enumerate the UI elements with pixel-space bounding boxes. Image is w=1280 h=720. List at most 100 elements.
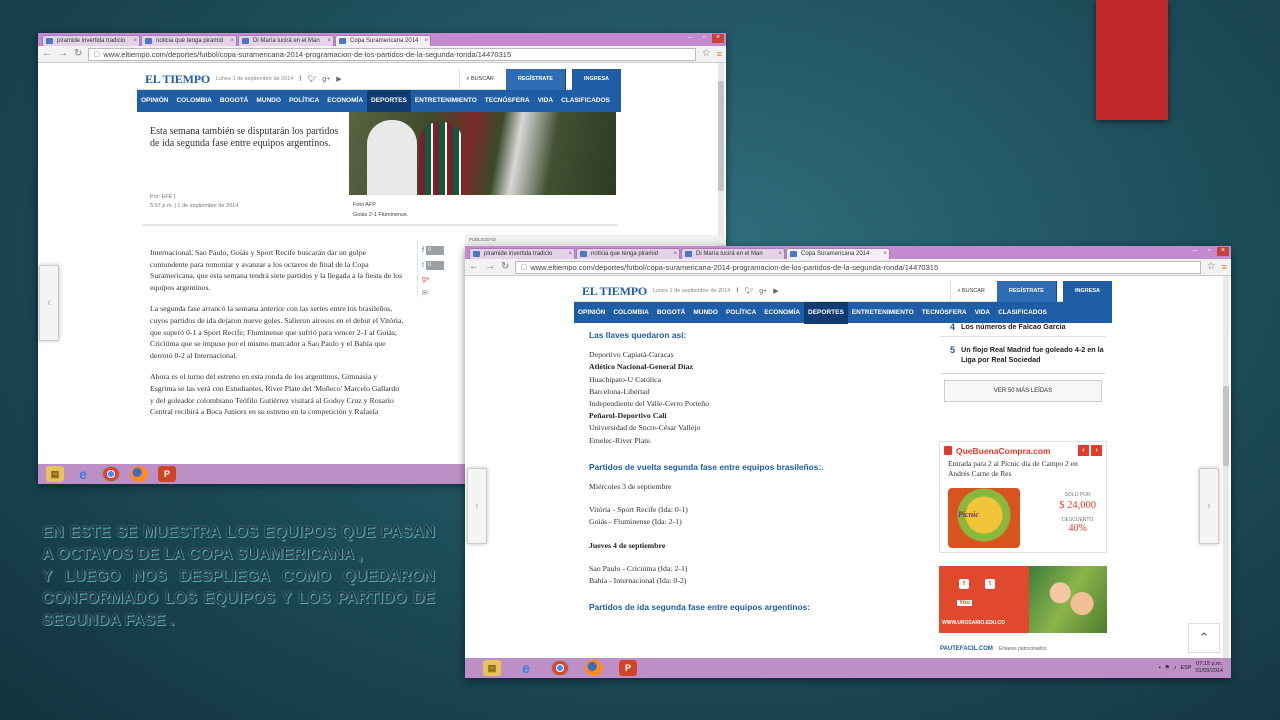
back-arrow-icon[interactable]: ← <box>469 262 479 272</box>
reload-icon[interactable]: ↻ <box>74 49 82 59</box>
powerpoint-icon[interactable]: P <box>158 466 176 482</box>
nav-item[interactable]: MUNDO <box>689 302 722 324</box>
facebook-icon[interactable]: f <box>736 288 738 295</box>
most-read-item[interactable]: 5 Un flojo Real Madrid fue goleado 4-2 en… <box>940 337 1106 374</box>
login-button[interactable]: INGRESA <box>1062 280 1112 302</box>
site-logo[interactable]: EL TIEMPO <box>582 284 647 299</box>
more-read-button[interactable]: VER 50 MÁS LEÍDAS <box>944 380 1102 402</box>
quebuenacompra-ad[interactable]: QueBuenaCompra.com ‹ › Entrada para 2 al … <box>939 441 1107 553</box>
browser-tab[interactable]: Di María lucirá en el Man × <box>238 35 334 46</box>
search-button[interactable]: ⌕ BUSCAR <box>950 280 991 302</box>
nav-item[interactable]: ECONOMÍA <box>760 302 804 324</box>
most-read-item[interactable]: 4 Los números de Falcao García <box>940 318 1106 337</box>
nav-item[interactable]: BOGOTÁ <box>216 90 253 112</box>
pautefacil-label[interactable]: PAUTEFACIL.COM Enlaces patrocinados <box>940 646 1047 652</box>
search-button[interactable]: ⌕ BUSCAR <box>459 68 500 90</box>
nav-item[interactable]: ENTRETENIMIENTO <box>411 90 481 112</box>
google-plus-icon[interactable]: g+ <box>759 288 767 295</box>
chrome-icon[interactable] <box>551 660 569 676</box>
login-button[interactable]: INGRESA <box>571 68 621 90</box>
back-arrow-icon[interactable]: ← <box>42 49 52 59</box>
browser-tab[interactable]: piramide invertida tradicio × <box>469 248 575 259</box>
nav-item[interactable]: ENTRETENIMIENTO <box>848 302 918 324</box>
nav-item[interactable]: ECONOMÍA <box>323 90 367 112</box>
close-icon[interactable]: × <box>230 36 234 46</box>
minimize-icon[interactable]: – <box>1189 247 1201 256</box>
scroll-to-top-button[interactable]: ⌃ <box>1188 623 1220 653</box>
close-icon[interactable]: × <box>133 36 137 46</box>
internet-explorer-icon[interactable]: e <box>517 660 535 676</box>
volume-icon[interactable]: ♪ <box>1174 665 1177 671</box>
register-button[interactable]: REGÍSTRATE <box>505 68 566 90</box>
nav-item-active[interactable]: DEPORTES <box>804 302 848 324</box>
nav-item[interactable]: TECNÓSFERA <box>481 90 534 112</box>
browser-tab[interactable]: Di María lucirá en el Man × <box>681 248 785 259</box>
browser-tab-active[interactable]: Copa Suramericana 2014 × <box>335 35 431 46</box>
close-icon[interactable]: × <box>673 249 677 259</box>
nav-item[interactable]: OPINIÓN <box>574 302 609 324</box>
url-input[interactable]: www.eltiempo.com/deportes/futbol/copa-su… <box>88 47 696 61</box>
menu-icon[interactable]: ≡ <box>717 49 722 59</box>
twitter-icon[interactable]: 🐦︎ <box>307 75 316 83</box>
scrollbar[interactable] <box>1223 276 1229 658</box>
url-input[interactable]: www.eltiempo.com/deportes/futbol/copa-su… <box>515 260 1201 274</box>
site-logo[interactable]: EL TIEMPO <box>145 72 210 87</box>
firefox-icon[interactable] <box>130 466 148 482</box>
chrome-icon[interactable] <box>102 466 120 482</box>
close-window-icon[interactable]: × <box>1217 247 1229 256</box>
nav-item[interactable]: POLÍTICA <box>722 302 760 324</box>
slide-next-arrow[interactable]: › <box>1199 468 1219 544</box>
chevron-right-icon[interactable]: › <box>1091 445 1102 456</box>
forward-arrow-icon[interactable]: → <box>58 49 68 59</box>
menu-icon[interactable]: ≡ <box>1222 262 1227 272</box>
slide-prev-arrow[interactable]: ‹ <box>39 265 59 341</box>
close-icon[interactable]: × <box>327 36 331 46</box>
chevron-left-icon[interactable]: ‹ <box>1078 445 1089 456</box>
file-explorer-icon[interactable]: ▤ <box>483 660 501 676</box>
network-icon[interactable]: ▪ <box>1159 665 1161 671</box>
nav-item[interactable]: COLOMBIA <box>172 90 215 112</box>
youtube-icon[interactable]: ▶ <box>336 75 341 83</box>
email-share[interactable]: ✉ <box>422 289 455 297</box>
close-icon[interactable]: × <box>424 36 428 46</box>
match-line[interactable]: Atlético Nacional-General Díaz <box>589 361 919 373</box>
register-button[interactable]: REGÍSTRATE <box>996 280 1057 302</box>
google-plus-icon[interactable]: g+ <box>322 76 330 83</box>
browser-tab-active[interactable]: Copa Suramericana 2014 × <box>786 248 890 259</box>
twitter-icon[interactable]: 🐦︎ <box>744 287 753 295</box>
flag-icon[interactable]: ⚑ <box>1165 665 1170 671</box>
nav-item[interactable]: MUNDO <box>252 90 285 112</box>
browser-tab[interactable]: noticia que tenga piramid × <box>576 248 680 259</box>
reload-icon[interactable]: ↻ <box>501 262 509 272</box>
close-window-icon[interactable]: × <box>712 34 724 43</box>
nav-item[interactable]: CLASIFICADOS <box>557 90 614 112</box>
slide-prev-arrow[interactable]: ‹ <box>467 468 487 544</box>
google-plus-share[interactable]: g+ <box>422 276 455 283</box>
clock[interactable]: 07:15 p.m. 01/09/2014 <box>1195 661 1223 675</box>
close-icon[interactable]: × <box>778 249 782 259</box>
facebook-share[interactable]: f0 <box>422 246 455 255</box>
keyboard-language[interactable]: ESP <box>1180 665 1191 671</box>
internet-explorer-icon[interactable]: e <box>74 466 92 482</box>
close-icon[interactable]: × <box>568 249 572 259</box>
nav-item[interactable]: COLOMBIA <box>609 302 652 324</box>
star-icon[interactable]: ☆ <box>1207 262 1216 272</box>
maximize-icon[interactable]: ▫ <box>698 34 710 43</box>
youtube-icon[interactable]: ▶ <box>773 287 778 295</box>
facebook-icon[interactable]: f <box>299 76 301 83</box>
forward-arrow-icon[interactable]: → <box>485 262 495 272</box>
firefox-icon[interactable] <box>585 660 603 676</box>
nav-item-active[interactable]: DEPORTES <box>367 90 411 112</box>
browser-tab[interactable]: piramide invertida tradicio × <box>42 35 140 46</box>
maximize-icon[interactable]: ▫ <box>1203 247 1215 256</box>
browser-tab[interactable]: noticia que tenga piramid × <box>141 35 237 46</box>
nav-item[interactable]: BOGOTÁ <box>653 302 690 324</box>
nav-item[interactable]: OPINIÓN <box>137 90 172 112</box>
twitter-share[interactable]: t0 <box>422 261 455 270</box>
nav-item[interactable]: VIDA <box>534 90 558 112</box>
minimize-icon[interactable]: – <box>684 34 696 43</box>
file-explorer-icon[interactable]: ▤ <box>46 466 64 482</box>
star-icon[interactable]: ☆ <box>702 49 711 59</box>
nav-item[interactable]: POLÍTICA <box>285 90 323 112</box>
urosario-ad[interactable]: f t You WWW.UROSARIO.EDU.CO <box>939 566 1107 633</box>
